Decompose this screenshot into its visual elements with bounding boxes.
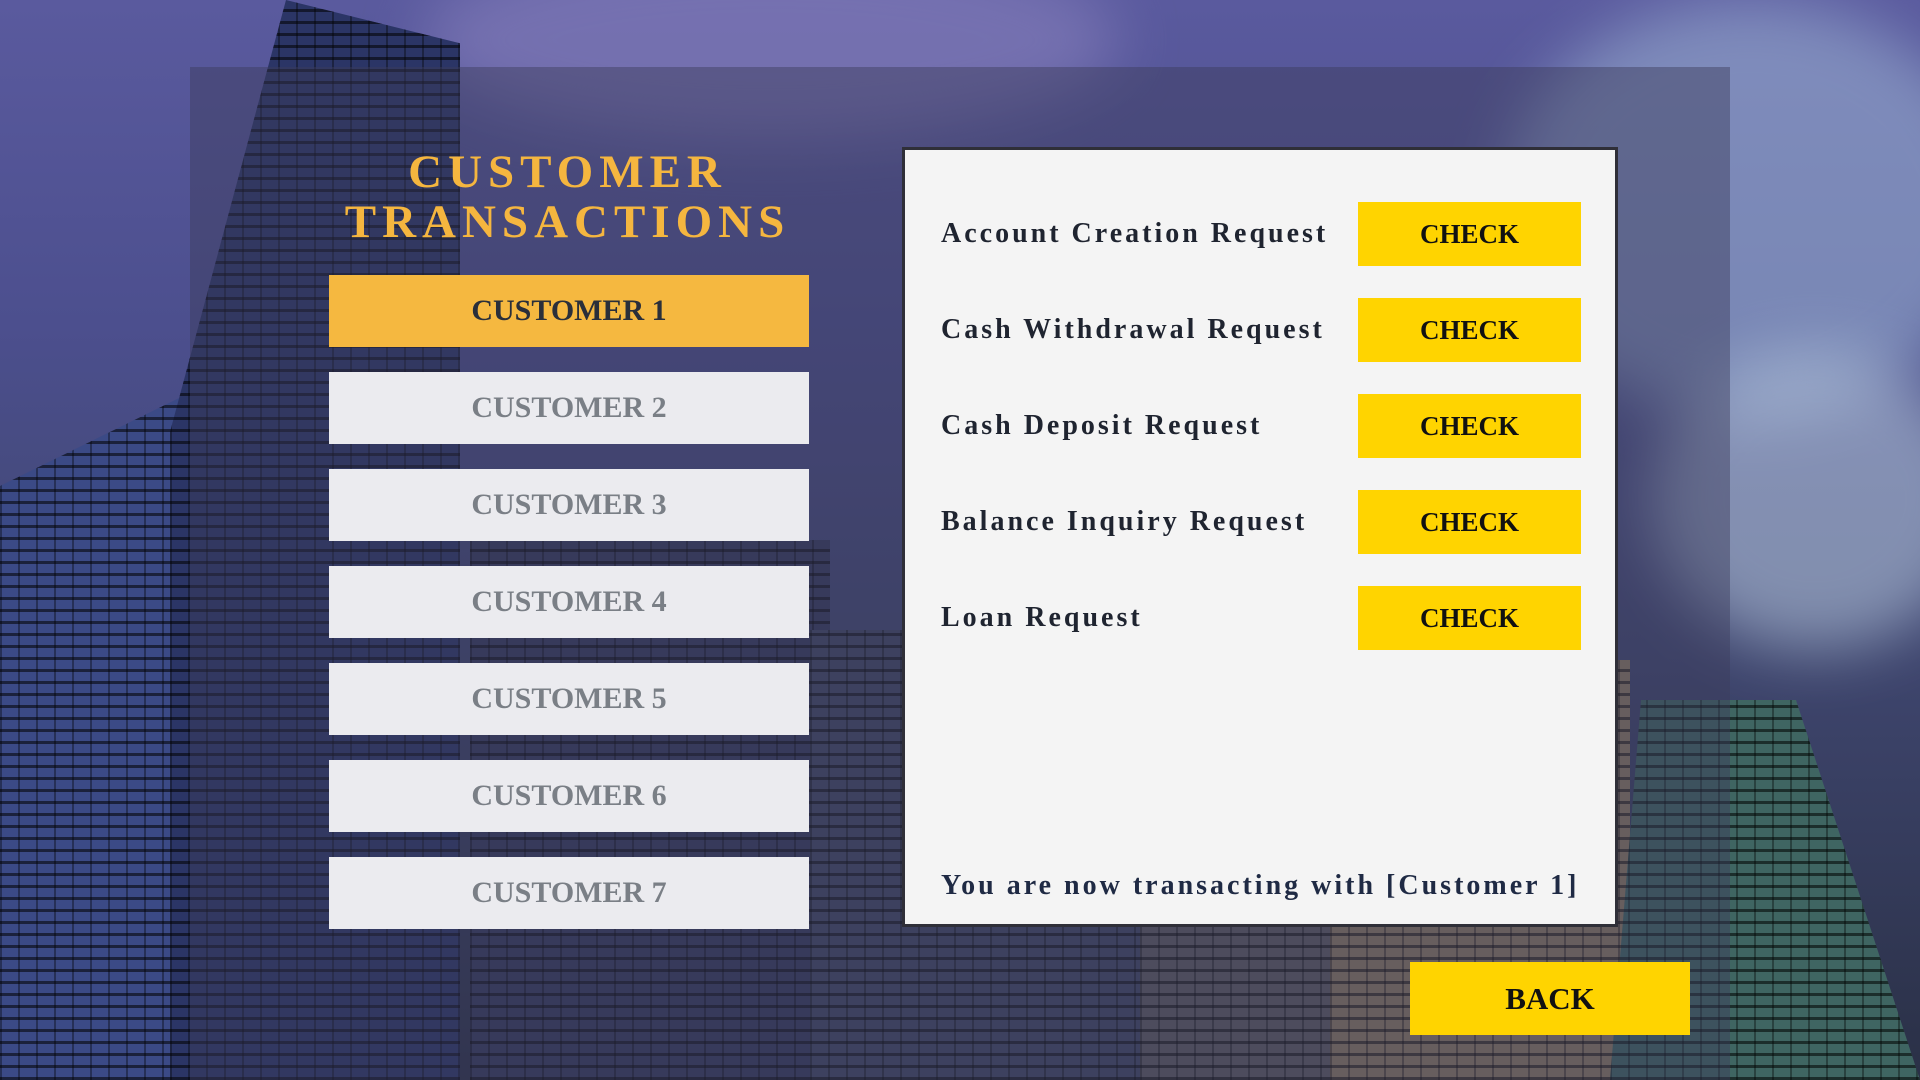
cash-withdrawal-check-button[interactable]: CHECK (1358, 298, 1581, 362)
customer-2-button[interactable]: CUSTOMER 2 (329, 372, 809, 444)
account-creation-check-button[interactable]: CHECK (1358, 202, 1581, 266)
cash-deposit-check-button[interactable]: CHECK (1358, 394, 1581, 458)
balance-inquiry-row: Balance Inquiry Request CHECK (941, 490, 1581, 554)
page-title: CUSTOMER TRANSACTIONS (330, 147, 805, 247)
customer-3-button[interactable]: CUSTOMER 3 (329, 469, 809, 541)
loan-request-check-button[interactable]: CHECK (1358, 586, 1581, 650)
account-creation-label: Account Creation Request (941, 218, 1329, 249)
loan-request-row: Loan Request CHECK (941, 586, 1581, 650)
account-creation-row: Account Creation Request CHECK (941, 202, 1581, 266)
loan-request-label: Loan Request (941, 602, 1143, 633)
customer-4-button[interactable]: CUSTOMER 4 (329, 566, 809, 638)
cash-withdrawal-row: Cash Withdrawal Request CHECK (941, 298, 1581, 362)
cash-deposit-row: Cash Deposit Request CHECK (941, 394, 1581, 458)
cash-deposit-label: Cash Deposit Request (941, 410, 1263, 441)
balance-inquiry-check-button[interactable]: CHECK (1358, 490, 1581, 554)
back-button[interactable]: BACK (1410, 962, 1690, 1035)
page-title-line2: TRANSACTIONS (344, 196, 791, 248)
customer-5-button[interactable]: CUSTOMER 5 (329, 663, 809, 735)
requests-panel: Account Creation Request CHECK Cash With… (902, 147, 1618, 927)
customer-7-button[interactable]: CUSTOMER 7 (329, 857, 809, 929)
page-title-line1: CUSTOMER (408, 146, 727, 198)
cash-withdrawal-label: Cash Withdrawal Request (941, 314, 1325, 345)
customer-list: CUSTOMER 1 CUSTOMER 2 CUSTOMER 3 CUSTOME… (329, 275, 809, 954)
balance-inquiry-label: Balance Inquiry Request (941, 506, 1308, 537)
customer-1-button[interactable]: CUSTOMER 1 (329, 275, 809, 347)
customer-6-button[interactable]: CUSTOMER 6 (329, 760, 809, 832)
transaction-status-text: You are now transacting with [Customer 1… (941, 870, 1580, 901)
